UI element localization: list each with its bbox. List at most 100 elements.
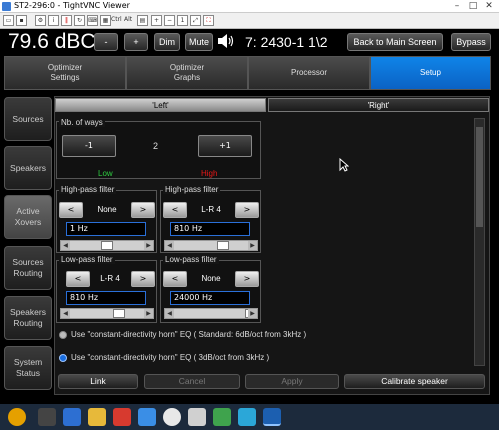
low-highpass-title: High-pass filter <box>59 185 117 194</box>
chrome-icon[interactable] <box>163 408 181 426</box>
zoom-100-icon[interactable]: 1 <box>177 15 188 26</box>
low-lowpass-next-button[interactable]: > <box>131 271 155 287</box>
start-icon[interactable] <box>8 408 26 426</box>
high-lowpass-prev-button[interactable]: < <box>163 271 187 287</box>
vnc-window: ST2-296:0 - TightVNC Viewer – □ ✕ ▭ ▪ ⚙ … <box>0 0 499 430</box>
ways-plus-button[interactable]: +1 <box>198 135 252 157</box>
speaker-icon[interactable] <box>217 33 235 49</box>
dim-button[interactable]: Dim <box>154 33 180 51</box>
high-highpass-prev-button[interactable]: < <box>163 202 187 218</box>
high-highpass-slider[interactable]: ◀ ▶ <box>164 240 258 251</box>
calculator-icon[interactable] <box>188 408 206 426</box>
vnc-taskbar-icon[interactable] <box>263 408 281 426</box>
low-highpass-prev-button[interactable]: < <box>59 202 83 218</box>
clipboard-icon[interactable]: ▤ <box>137 15 148 26</box>
refresh-icon[interactable]: ↻ <box>74 15 85 26</box>
slider-right-arrow-icon[interactable]: ▶ <box>144 241 153 250</box>
low-lowpass-frequency-field[interactable]: 810 Hz <box>66 291 146 305</box>
ways-minus-button[interactable]: -1 <box>62 135 116 157</box>
scrollbar-thumb[interactable] <box>476 127 483 227</box>
volume-down-button[interactable]: - <box>94 33 118 51</box>
vertical-scrollbar[interactable] <box>474 118 485 366</box>
minimize-icon[interactable]: – <box>449 0 465 13</box>
zoom-in-icon[interactable]: + <box>151 15 162 26</box>
high-lowpass-type: None <box>201 274 221 283</box>
sidebar-item-sources[interactable]: Sources <box>4 97 52 141</box>
link-button[interactable]: Link <box>58 374 138 389</box>
slider-right-arrow-icon[interactable]: ▶ <box>144 309 153 318</box>
sidebar-item-system-status[interactable]: System Status <box>4 346 52 390</box>
high-lowpass-slider[interactable]: ◀ ▶ <box>164 308 258 319</box>
eq-standard-label: Use "constant-directivity horn" EQ ( Sta… <box>71 330 307 339</box>
bypass-button[interactable]: Bypass <box>451 33 491 51</box>
maximize-icon[interactable]: □ <box>465 0 481 13</box>
options-icon[interactable]: ⚙ <box>35 15 46 26</box>
fullscreen-icon[interactable]: ⛶ <box>203 15 214 26</box>
slider-left-arrow-icon[interactable]: ◀ <box>165 241 174 250</box>
high-lowpass-next-button[interactable]: > <box>235 271 259 287</box>
slider-thumb[interactable] <box>101 241 113 250</box>
back-to-main-button[interactable]: Back to Main Screen <box>347 33 443 51</box>
subtab-left[interactable]: 'Left' <box>55 98 266 112</box>
mouse-cursor-icon <box>339 157 350 172</box>
ctrl-alt-del-icon[interactable]: ⌨ <box>87 15 98 26</box>
taskbar-app-icon[interactable] <box>138 408 156 426</box>
subtab-right[interactable]: 'Right' <box>268 98 489 112</box>
new-connection-icon[interactable]: ▭ <box>3 15 14 26</box>
save-icon[interactable]: ▪ <box>16 15 27 26</box>
vnc-toolbar: ▭ ▪ ⚙ i ‖ ↻ ⌨ ▦ Ctrl Alt ▤ + − 1 ⤢ ⛶ <box>0 13 499 29</box>
info-icon[interactable]: i <box>48 15 59 26</box>
cancel-button[interactable]: Cancel <box>144 374 240 389</box>
volume-level: 79.6 dBC <box>8 30 96 53</box>
taskbar-app-icon[interactable] <box>63 408 81 426</box>
folder-icon[interactable] <box>88 408 106 426</box>
high-lowpass-title: Low-pass filter <box>163 255 219 264</box>
volume-up-button[interactable]: + <box>124 33 148 51</box>
slider-right-arrow-icon[interactable]: ▶ <box>248 309 257 318</box>
low-highpass-frequency-field[interactable]: 1 Hz <box>66 222 146 236</box>
high-highpass-next-button[interactable]: > <box>235 202 259 218</box>
ctrl-key-button[interactable]: Ctrl <box>111 16 122 23</box>
ways-value: 2 <box>153 141 159 151</box>
calibrate-speaker-button[interactable]: Calibrate speaker <box>344 374 485 389</box>
low-highpass-next-button[interactable]: > <box>131 202 155 218</box>
sidebar-item-speakers-routing[interactable]: Speakers Routing <box>4 296 52 340</box>
eq-3db-radio[interactable] <box>59 354 67 362</box>
sidebar-item-active-xovers[interactable]: Active Xovers <box>4 195 52 239</box>
high-highpass-title: High-pass filter <box>163 185 221 194</box>
taskbar-app-icon[interactable] <box>113 408 131 426</box>
slider-right-arrow-icon[interactable]: ▶ <box>248 241 257 250</box>
high-lowpass-frequency-field[interactable]: 24000 Hz <box>170 291 250 305</box>
sidebar-item-speakers[interactable]: Speakers <box>4 146 52 190</box>
app-icon <box>2 2 11 11</box>
sidebar-item-sources-routing[interactable]: Sources Routing <box>4 246 52 290</box>
high-way-label: High <box>201 169 218 178</box>
tab-optimizer-settings[interactable]: Optimizer Settings <box>4 56 126 90</box>
zoom-out-icon[interactable]: − <box>164 15 175 26</box>
ways-title: Nb. of ways <box>59 118 105 127</box>
window-title: ST2-296:0 - TightVNC Viewer <box>14 1 130 10</box>
title-bar: ST2-296:0 - TightVNC Viewer – □ ✕ <box>0 0 499 13</box>
close-icon[interactable]: ✕ <box>481 0 497 13</box>
win-key-icon[interactable]: ▦ <box>100 15 111 26</box>
alt-key-button[interactable]: Alt <box>124 16 132 23</box>
low-lowpass-slider[interactable]: ◀ ▶ <box>60 308 154 319</box>
pause-icon[interactable]: ‖ <box>61 15 72 26</box>
slider-thumb[interactable] <box>113 309 125 318</box>
zoom-fit-icon[interactable]: ⤢ <box>190 15 201 26</box>
tab-processor[interactable]: Processor <box>248 56 370 90</box>
taskbar-app-icon[interactable] <box>238 408 256 426</box>
mute-button[interactable]: Mute <box>185 33 213 51</box>
apply-button[interactable]: Apply <box>245 374 339 389</box>
eq-standard-radio[interactable] <box>59 331 67 339</box>
slider-left-arrow-icon[interactable]: ◀ <box>165 309 174 318</box>
taskbar-app-icon[interactable] <box>38 408 56 426</box>
slider-left-arrow-icon[interactable]: ◀ <box>61 241 70 250</box>
tab-setup[interactable]: Setup <box>370 56 491 90</box>
taskbar-app-icon[interactable] <box>213 408 231 426</box>
slider-thumb[interactable] <box>217 241 229 250</box>
tab-optimizer-graphs[interactable]: Optimizer Graphs <box>126 56 248 90</box>
high-highpass-frequency-field[interactable]: 810 Hz <box>170 222 250 236</box>
slider-left-arrow-icon[interactable]: ◀ <box>61 309 70 318</box>
low-highpass-slider[interactable]: ◀ ▶ <box>60 240 154 251</box>
